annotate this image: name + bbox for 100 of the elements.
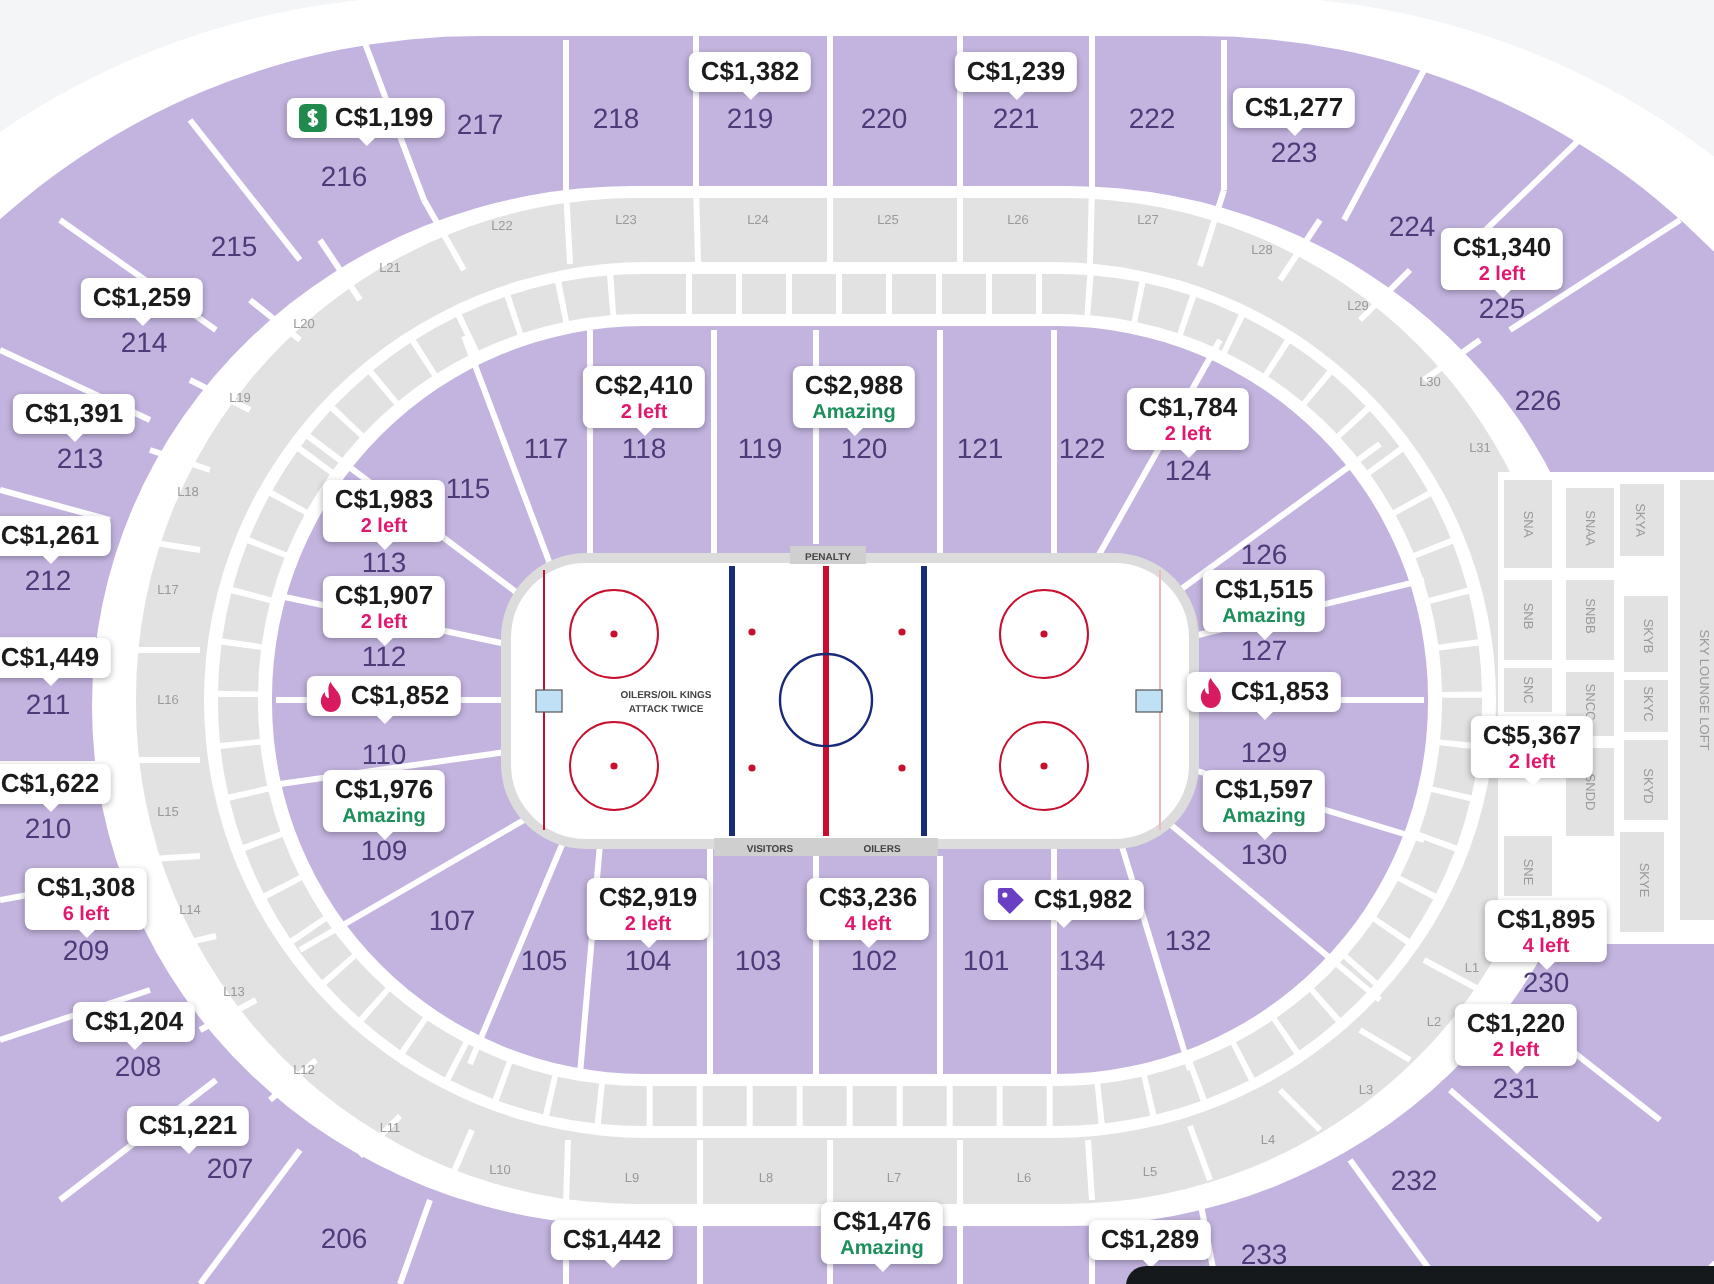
section-number[interactable]: 124 [1164,454,1212,486]
section-number[interactable]: 129 [1240,736,1288,768]
section-number[interactable]: 132 [1164,924,1212,956]
section-number[interactable]: 225 [1478,292,1526,324]
section-number[interactable]: 230 [1522,966,1570,998]
section-number[interactable]: 102 [850,944,898,976]
availability-note: Amazing [840,1238,924,1260]
flame-icon [1198,677,1223,707]
section-number[interactable]: 134 [1058,944,1106,976]
price-text: C$1,221 [138,1110,238,1142]
price-text: C$1,622 [0,768,100,800]
section-number[interactable]: 105 [520,944,568,976]
suite-section[interactable] [1620,832,1664,932]
suite-section[interactable] [1566,488,1614,568]
section-number[interactable]: 210 [24,812,72,844]
price-text: C$3,236 [818,882,918,914]
section-number[interactable]: 103 [734,944,782,976]
price-text: C$1,476 [832,1206,932,1238]
suite-section[interactable] [1620,484,1664,556]
section-number[interactable]: 214 [120,326,168,358]
section-number[interactable]: 224 [1388,210,1436,242]
section-number[interactable]: 216 [320,160,368,192]
price-text: C$1,277 [1244,92,1344,124]
price-text: C$1,853 [1230,676,1330,708]
availability-note: 2 left [360,516,408,538]
price-tag[interactable]: C$5,367 2 left [1470,716,1594,778]
section-number[interactable]: 121 [956,432,1004,464]
section-number[interactable]: 104 [624,944,672,976]
section-number[interactable]: 215 [210,230,258,262]
availability-note: 2 left [1492,1040,1540,1062]
section-number[interactable]: 208 [114,1050,162,1082]
section-number[interactable]: 212 [24,564,72,596]
section-number[interactable]: 226 [1514,384,1562,416]
price-text: C$1,308 [36,872,136,904]
price-text: C$1,340 [1452,232,1552,264]
section-number[interactable]: 206 [320,1222,368,1254]
price-text: C$1,449 [0,642,100,674]
price-text: C$1,982 [1033,884,1133,916]
section-number[interactable]: 110 [361,738,407,770]
price-text: C$1,442 [562,1224,662,1256]
section-number[interactable]: 232 [1390,1164,1438,1196]
availability-note: 2 left [624,914,672,936]
price-text: C$1,382 [700,56,800,88]
section-number[interactable]: 126 [1240,538,1288,570]
section-number[interactable]: 219 [726,102,774,134]
price-text: C$1,289 [1100,1224,1200,1256]
suite-section[interactable] [1504,580,1552,660]
suite-section[interactable] [1504,668,1552,712]
suite-section[interactable] [1680,480,1714,920]
section-number[interactable]: 127 [1240,634,1288,666]
suite-section[interactable] [1624,596,1668,672]
suite-section[interactable] [1624,740,1668,820]
section-number[interactable]: 222 [1128,102,1176,134]
section-number[interactable]: 207 [206,1152,254,1184]
price-text: C$1,239 [966,56,1066,88]
price-text: C$1,220 [1466,1008,1566,1040]
price-tag[interactable]: C$1,289 [1088,1220,1212,1260]
suite-section[interactable] [1504,836,1552,896]
price-text: C$1,784 [1138,392,1238,424]
section-number[interactable]: 231 [1492,1072,1540,1104]
section-number[interactable]: 220 [860,102,908,134]
section-number[interactable]: 217 [456,108,504,140]
section-number[interactable]: 115 [445,472,491,504]
tag-icon [995,885,1026,915]
section-number[interactable]: 223 [1270,136,1318,168]
availability-note: 2 left [1508,752,1556,774]
section-number[interactable]: 117 [523,432,569,464]
price-text: C$5,367 [1482,720,1582,752]
section-number[interactable]: 118 [621,432,667,464]
section-number[interactable]: 119 [737,432,783,464]
section-number[interactable]: 218 [592,102,640,134]
section-number[interactable]: 101 [962,944,1010,976]
price-text: C$1,976 [334,774,434,806]
suite-section[interactable] [1504,480,1552,568]
suite-section[interactable] [1566,580,1614,660]
availability-note: 2 left [360,612,408,634]
section-number[interactable]: 109 [360,834,408,866]
price-text: C$1,391 [24,398,124,430]
availability-note: 2 left [620,402,668,424]
section-number[interactable]: 113 [361,546,407,578]
availability-note: 6 left [62,904,110,926]
section-number[interactable]: 112 [361,640,407,672]
section-number[interactable]: 211 [25,688,71,720]
section-number[interactable]: 209 [62,934,110,966]
section-number[interactable]: 233 [1240,1238,1288,1270]
price-text: C$1,597 [1214,774,1314,806]
availability-note: Amazing [1222,606,1306,628]
section-number[interactable]: 221 [992,102,1040,134]
suite-section[interactable] [1624,680,1668,732]
section-number[interactable]: 120 [840,432,888,464]
section-number[interactable]: 107 [428,904,476,936]
availability-note: 4 left [1522,936,1570,958]
price-text: C$2,988 [804,370,904,402]
price-text: C$1,907 [334,580,434,612]
price-text: C$1,515 [1214,574,1314,606]
section-number[interactable]: 122 [1058,432,1106,464]
price-text: C$2,410 [594,370,694,402]
section-number[interactable]: 213 [56,442,104,474]
price-text: C$1,983 [334,484,434,516]
section-number[interactable]: 130 [1240,838,1288,870]
